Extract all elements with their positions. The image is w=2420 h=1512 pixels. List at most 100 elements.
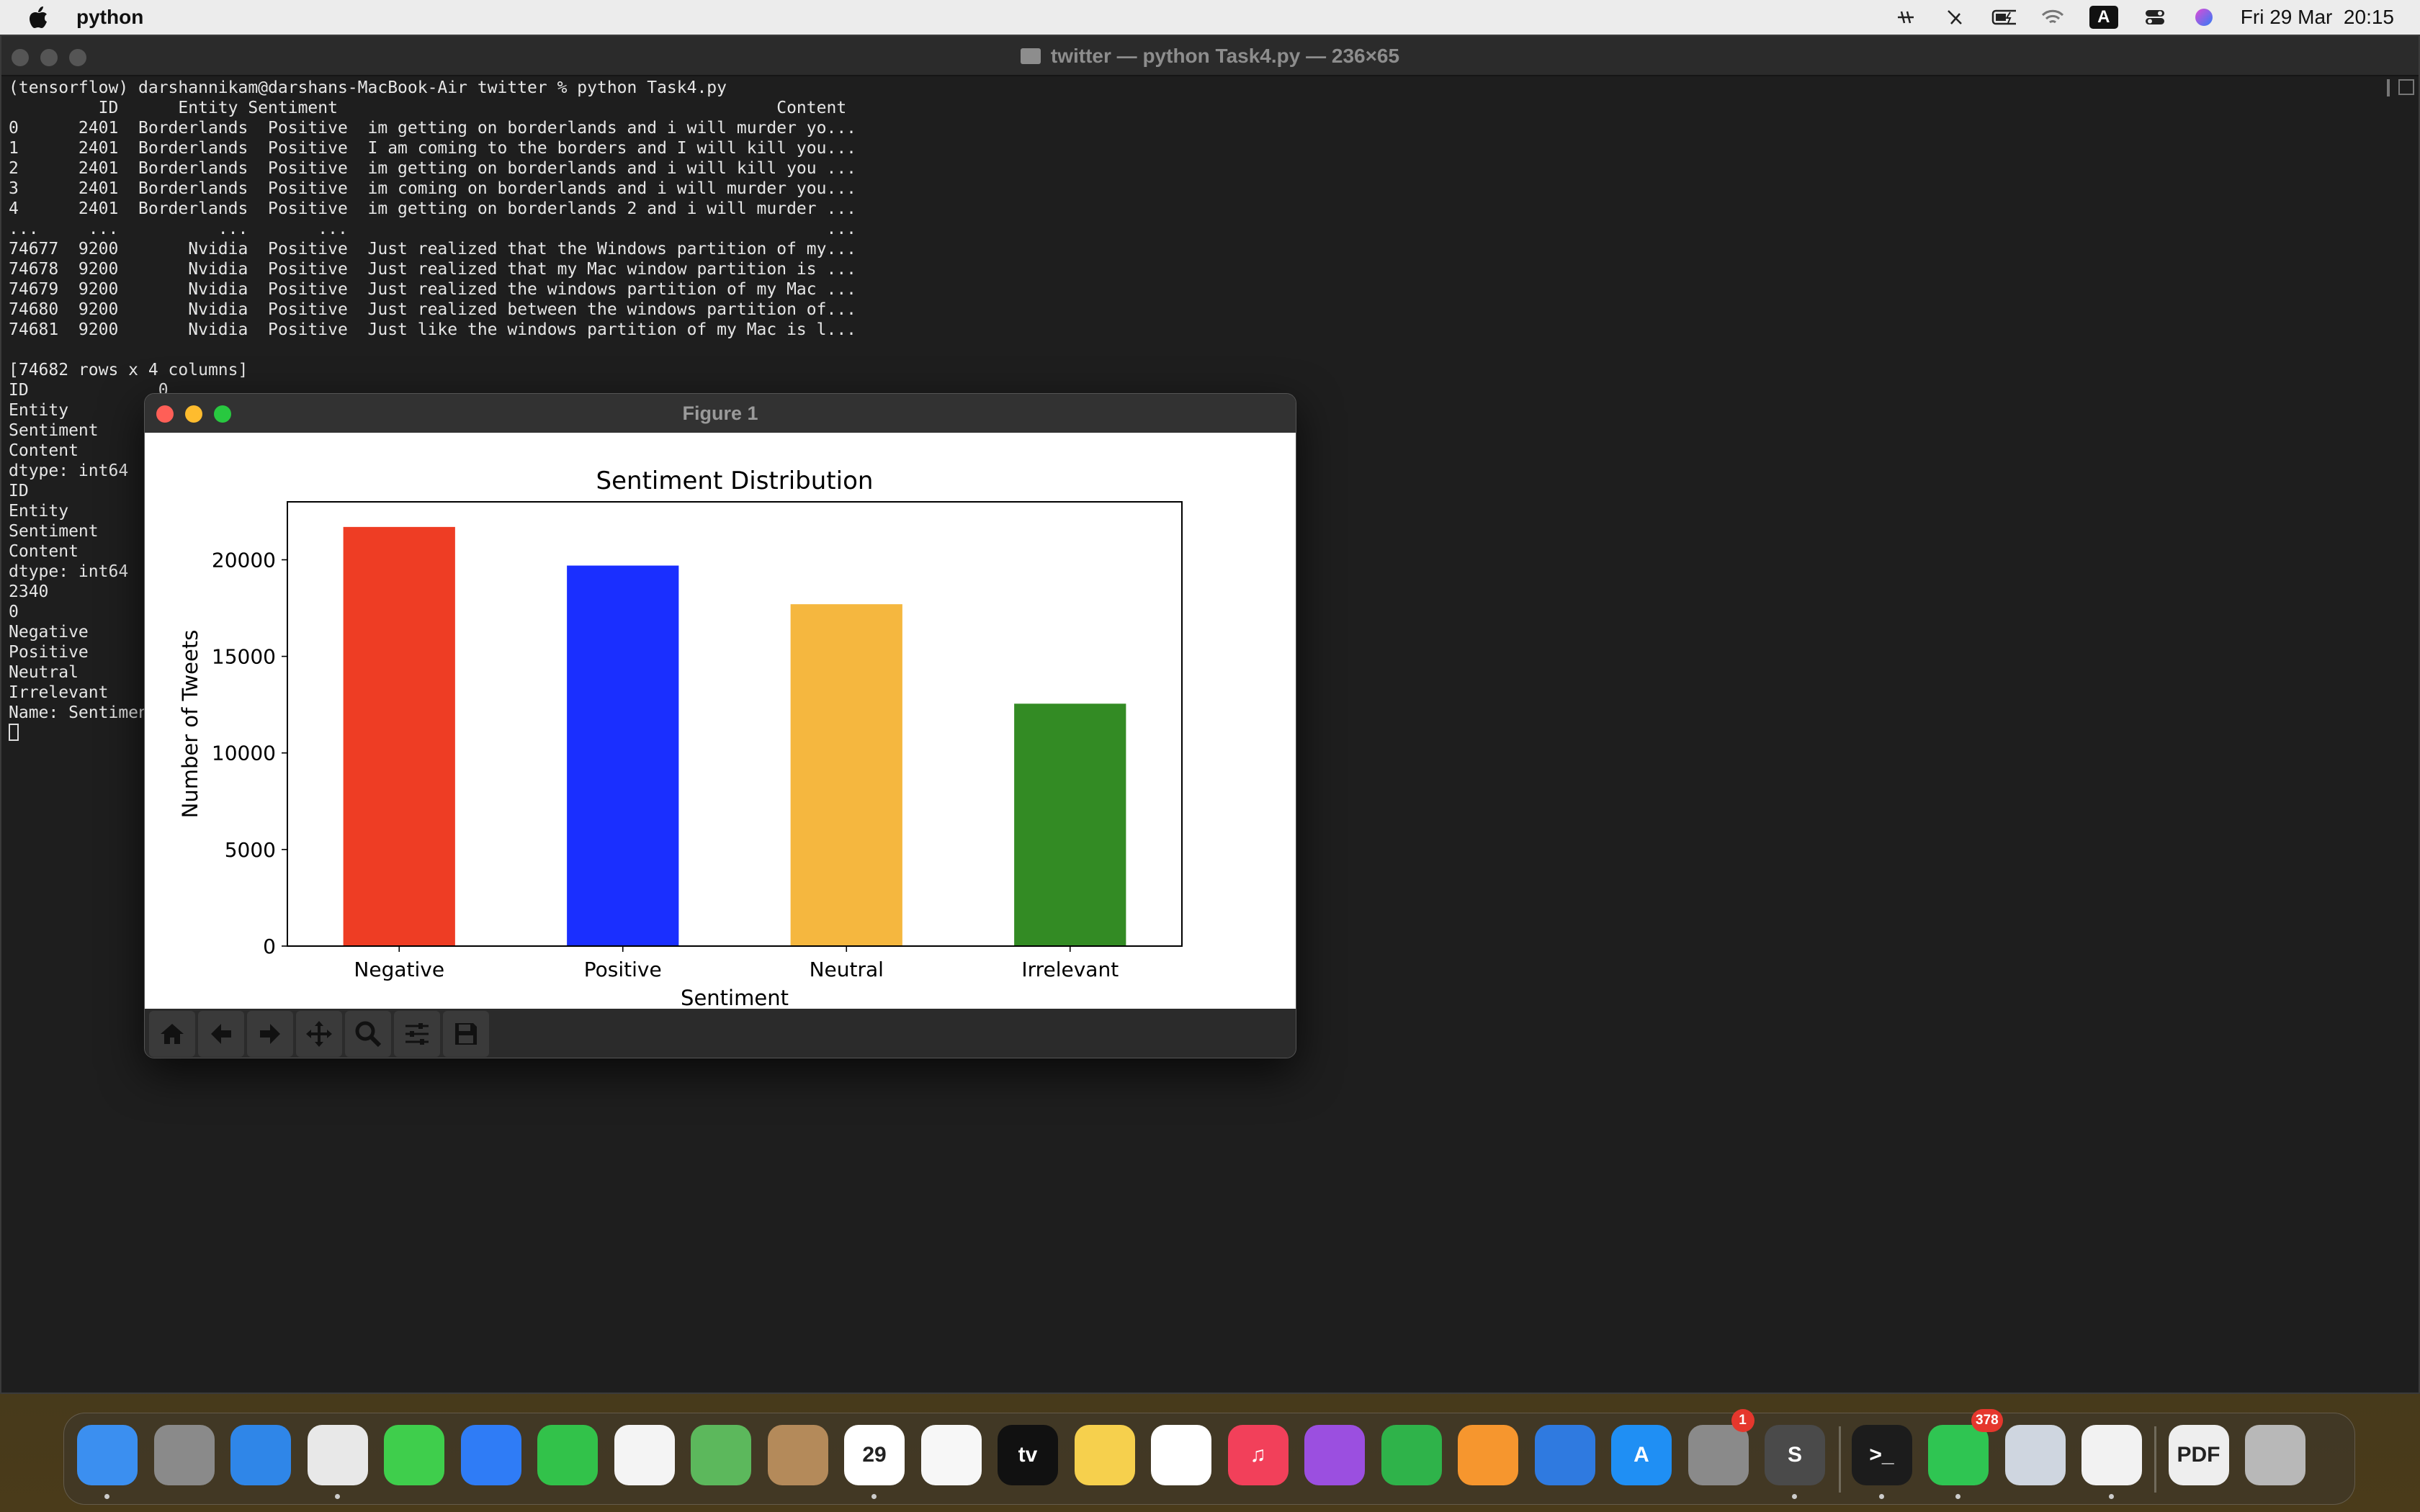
- terminal-cursor: [9, 724, 19, 741]
- dock-chrome-icon[interactable]: [307, 1425, 368, 1485]
- back-arrow-icon: [211, 1024, 231, 1044]
- x-tick-label: Irrelevant: [1021, 958, 1119, 981]
- dock-finder-icon[interactable]: [77, 1425, 138, 1485]
- dock-pdf-icon[interactable]: PDF: [2168, 1425, 2229, 1485]
- pan-button[interactable]: [296, 1011, 342, 1057]
- dock-icon-label: S: [1787, 1443, 1802, 1467]
- dock-calendar-icon[interactable]: 29: [844, 1425, 905, 1485]
- notification-badge: 378: [1971, 1409, 2003, 1432]
- x-tick-label: Negative: [354, 958, 444, 981]
- forward-arrow-icon: [260, 1024, 280, 1044]
- dock-separator: [1838, 1426, 1841, 1493]
- home-icon: [161, 1024, 184, 1044]
- back-button[interactable]: [198, 1011, 244, 1057]
- bar-negative: [343, 526, 455, 946]
- figure-canvas[interactable]: Negative Positive Neutral Irrelevant 0 5000 10…: [145, 433, 1296, 1010]
- terminal-line: 74679 9200 Nvidia Positive Just realized…: [9, 280, 857, 299]
- split-pane-icon[interactable]: [2398, 79, 2414, 95]
- dock-messages-icon[interactable]: [384, 1425, 444, 1485]
- dock-contacts-icon[interactable]: [767, 1425, 828, 1485]
- menu-bar: python A Fri 29 Mar 20:15: [0, 0, 2420, 35]
- dock-system-settings-icon[interactable]: [1688, 1425, 1749, 1485]
- x-tick-label: Neutral: [810, 958, 884, 981]
- dock-trash-icon[interactable]: [2245, 1425, 2305, 1485]
- dock-tv-icon[interactable]: tv: [998, 1425, 1058, 1485]
- dock-whatsapp-icon[interactable]: [1928, 1425, 1989, 1485]
- pan-icon: [306, 1021, 332, 1047]
- running-indicator: [1955, 1494, 1960, 1499]
- dock-sublime-text-icon[interactable]: S: [1765, 1425, 1825, 1485]
- apple-menu-icon[interactable]: [27, 4, 49, 30]
- zoom-rect-button[interactable]: [345, 1011, 391, 1057]
- dock-pages-icon[interactable]: [1458, 1425, 1518, 1485]
- pen-slash-icon[interactable]: [1942, 6, 1967, 28]
- focus-icon[interactable]: [1894, 6, 1918, 28]
- figure-title: Figure 1: [682, 402, 758, 424]
- x-axis-label: Sentiment: [681, 986, 789, 1009]
- bar-neutral: [790, 604, 902, 946]
- y-tick-label: 15000: [212, 645, 276, 669]
- terminal-line: (tensorflow) darshannikam@darshans-MacBo…: [9, 78, 727, 97]
- dock-podcasts-icon[interactable]: [1304, 1425, 1365, 1485]
- terminal-titlebar[interactable]: twitter — python Task4.py — 236×65: [1, 36, 2419, 76]
- terminal-line: 74681 9200 Nvidia Positive Just like the…: [9, 320, 857, 339]
- terminal-line: ID Entity Sentiment Content: [9, 99, 847, 117]
- dock-numbers-icon[interactable]: [1381, 1425, 1442, 1485]
- dock-launchpad-icon[interactable]: [153, 1425, 215, 1485]
- notification-badge: 1: [1731, 1409, 1754, 1432]
- configure-subplots-icon: [405, 1023, 429, 1045]
- siri-icon[interactable]: [2192, 6, 2216, 28]
- dock-mail-icon[interactable]: [460, 1425, 521, 1485]
- dock-terminal-icon[interactable]: >_: [1851, 1425, 1912, 1485]
- y-tick-label: 10000: [212, 742, 276, 765]
- bar-positive: [567, 565, 679, 946]
- input-source-icon[interactable]: A: [2089, 6, 2118, 29]
- save-icon: [455, 1023, 477, 1045]
- y-tick-label: 20000: [212, 548, 276, 572]
- clock-datetime[interactable]: Fri 29 Mar 20:15: [2241, 6, 2394, 29]
- dock-app-store-icon[interactable]: A: [1611, 1425, 1672, 1485]
- battery-icon[interactable]: [1991, 6, 2016, 28]
- running-indicator: [1878, 1494, 1884, 1499]
- chart-title: Sentiment Distribution: [596, 467, 874, 495]
- terminal-line: 0 2401 Borderlands Positive im getting o…: [9, 119, 857, 138]
- dock-icon-label: A: [1634, 1443, 1649, 1467]
- dock-icon-label: ♫: [1250, 1443, 1266, 1467]
- dock-document-icon[interactable]: [2081, 1425, 2142, 1485]
- wifi-icon[interactable]: [2040, 6, 2065, 28]
- terminal-line: [74682 rows x 4 columns]: [9, 361, 248, 379]
- home-button[interactable]: [149, 1011, 195, 1057]
- dock-icon-label: PDF: [2177, 1443, 2220, 1467]
- configure-subplots-button[interactable]: [394, 1011, 440, 1057]
- y-tick-label: 5000: [225, 838, 276, 862]
- dock-preview-icon[interactable]: [2004, 1425, 2066, 1485]
- dock-music-icon[interactable]: ♫: [1227, 1425, 1289, 1485]
- dock-safari-icon[interactable]: [230, 1425, 291, 1485]
- dock-reminders-icon[interactable]: [920, 1425, 982, 1485]
- terminal-line: 3 2401 Borderlands Positive im coming on…: [9, 179, 857, 198]
- control-center-icon[interactable]: [2143, 6, 2167, 28]
- forward-button[interactable]: [247, 1011, 293, 1057]
- dock-maps-icon[interactable]: [691, 1425, 751, 1485]
- terminal-line: 74680 9200 Nvidia Positive Just realized…: [9, 300, 857, 319]
- save-button[interactable]: [443, 1011, 489, 1057]
- figure-window: Figure 1 Negative Positive Neutral Irreleva…: [144, 393, 1296, 1058]
- figure-titlebar[interactable]: Figure 1: [145, 394, 1296, 433]
- dock-icon-label: 29: [862, 1443, 887, 1467]
- bar-chart: Negative Positive Neutral Irrelevant 0 5000 10…: [178, 467, 1183, 1010]
- running-indicator: [104, 1494, 109, 1499]
- running-indicator: [2109, 1494, 2114, 1499]
- y-axis-label: Number of Tweets: [178, 630, 202, 819]
- dock-freeform-icon[interactable]: [1151, 1425, 1211, 1485]
- dock-keynote-icon[interactable]: [1534, 1425, 1595, 1485]
- dock-facetime-icon[interactable]: [537, 1425, 598, 1485]
- dock-separator: [2154, 1426, 2156, 1493]
- active-app-name[interactable]: python: [76, 6, 143, 29]
- bar-irrelevant: [1014, 703, 1126, 946]
- dock-photos-icon[interactable]: [614, 1425, 675, 1485]
- zoom-icon: [355, 1021, 382, 1048]
- dock-notes-icon[interactable]: [1074, 1425, 1135, 1485]
- dock: 29 tv ♫ A 1 S >_ 378 PDF: [63, 1409, 2355, 1505]
- figure-toolbar: [145, 1009, 1296, 1058]
- running-indicator: [871, 1494, 877, 1499]
